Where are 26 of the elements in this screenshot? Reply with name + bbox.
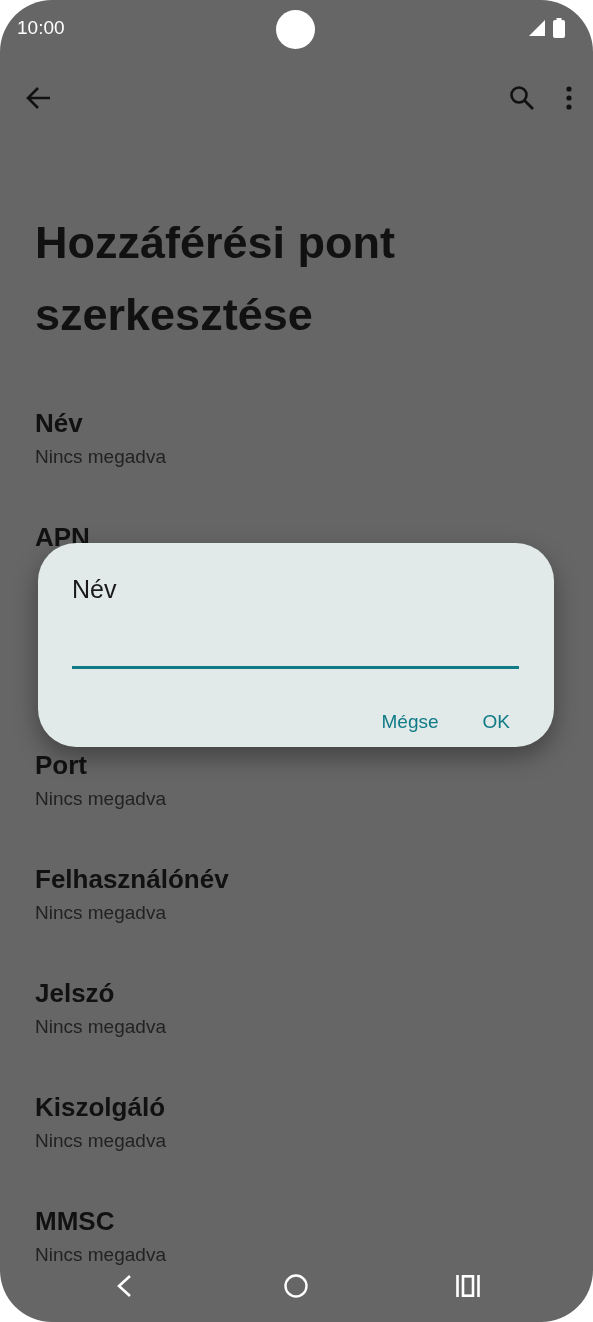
back-arrow-icon[interactable] — [26, 86, 52, 110]
dialog-button[interactable]: Mégse — [371, 705, 449, 739]
home-icon[interactable] — [284, 1274, 308, 1298]
setting-value: Nincs megadva — [35, 1129, 166, 1153]
back-icon[interactable] — [115, 1274, 133, 1298]
status-time: 10:00 — [17, 17, 65, 39]
setting-value: Nincs megadva — [35, 901, 166, 925]
search-icon[interactable] — [509, 85, 535, 111]
camera-cutout — [276, 10, 315, 49]
battery-icon — [553, 18, 565, 38]
signal-icon — [529, 20, 545, 36]
setting-value: Nincs megadva — [35, 445, 166, 469]
setting-value: Nincs megadva — [35, 1015, 166, 1039]
setting-title[interactable]: Kiszolgáló — [35, 1090, 165, 1124]
page-title: Hozzáférési pont szerkesztése — [35, 216, 397, 342]
recent-apps-icon[interactable] — [456, 1275, 480, 1297]
setting-value: Nincs megadva — [35, 787, 166, 811]
more-options-icon[interactable] — [565, 86, 573, 110]
setting-title[interactable]: Felhasználónév — [35, 862, 229, 896]
dialog-title: Név — [72, 574, 117, 605]
setting-title[interactable]: MMSC — [35, 1204, 115, 1238]
setting-title[interactable]: Port — [35, 748, 87, 782]
setting-title[interactable]: Név — [35, 406, 83, 440]
setting-value: Nincs megadva — [35, 1243, 166, 1267]
dialog-button[interactable]: OK — [472, 705, 520, 739]
setting-title[interactable]: Jelszó — [35, 976, 115, 1010]
